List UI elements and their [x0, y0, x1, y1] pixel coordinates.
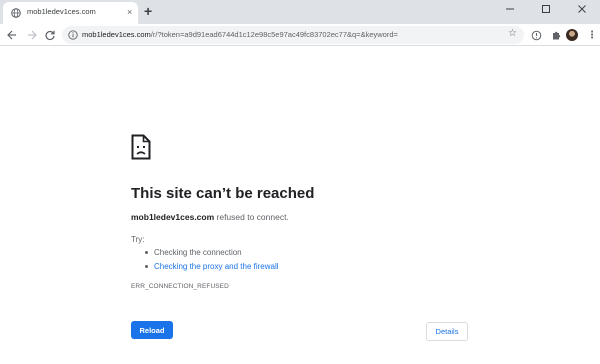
- sad-document-icon: [131, 134, 151, 160]
- suggestion-list: Checking the connection Checking the pro…: [145, 247, 279, 275]
- reload-icon: [45, 30, 55, 41]
- puzzle-icon: [552, 31, 560, 39]
- minimize-icon: [506, 8, 514, 10]
- profile-button[interactable]: [564, 27, 580, 43]
- minimize-button[interactable]: [492, 0, 528, 18]
- tab-close-icon[interactable]: ×: [127, 7, 132, 17]
- maximize-icon: [542, 5, 550, 13]
- close-icon: [578, 5, 586, 13]
- info-icon[interactable]: [68, 30, 78, 40]
- menu-button[interactable]: ⋮: [584, 27, 600, 43]
- extensions-button[interactable]: [548, 27, 564, 43]
- new-tab-button[interactable]: +: [144, 4, 152, 18]
- block-icon: [531, 30, 541, 40]
- address-bar[interactable]: mob1ledev1ces.com/r/?token=a9d91ead6744d…: [62, 26, 524, 44]
- error-host: mob1ledev1ces.com: [131, 212, 215, 222]
- tab-active[interactable]: mob1ledev1ces.com ×: [3, 2, 138, 24]
- url-host: mob1ledev1ces.com: [82, 30, 151, 39]
- globe-icon: [11, 8, 21, 18]
- avatar: [566, 29, 578, 41]
- error-code: ERR_CONNECTION_REFUSED: [131, 283, 229, 290]
- browser-toolbar: mob1ledev1ces.com/r/?token=a9d91ead6744d…: [0, 24, 600, 46]
- maximize-button[interactable]: [528, 0, 564, 18]
- try-label: Try:: [131, 235, 145, 244]
- error-description-suffix: refused to connect.: [214, 212, 289, 222]
- error-heading: This site can’t be reached: [131, 185, 315, 202]
- url-text: mob1ledev1ces.com/r/?token=a9d91ead6744d…: [82, 30, 398, 39]
- error-description: mob1ledev1ces.com refused to connect.: [131, 212, 289, 222]
- bookmark-star-icon[interactable]: ☆: [508, 28, 517, 39]
- tab-strip: mob1ledev1ces.com × +: [0, 0, 600, 24]
- forward-button[interactable]: [24, 27, 40, 43]
- reload-button[interactable]: Reload: [131, 321, 173, 339]
- kebab-menu-icon: ⋮: [587, 29, 597, 41]
- back-button[interactable]: [4, 27, 20, 43]
- extension-block-button[interactable]: [528, 27, 544, 43]
- arrow-left-icon: [7, 30, 16, 40]
- tab-title: mob1ledev1ces.com: [27, 7, 96, 16]
- arrow-right-icon: [28, 30, 37, 40]
- reload-page-button[interactable]: [42, 27, 58, 43]
- url-path: /r/?token=a9d91ead6744d1c12e98c5e97ac49f…: [150, 30, 398, 39]
- error-page: This site can’t be reached mob1ledev1ces…: [0, 47, 600, 364]
- close-window-button[interactable]: [564, 0, 600, 18]
- details-button[interactable]: Details: [426, 322, 468, 341]
- suggestion-check-connection: Checking the connection: [145, 247, 279, 261]
- suggestion-check-proxy-link[interactable]: Checking the proxy and the firewall: [145, 261, 279, 275]
